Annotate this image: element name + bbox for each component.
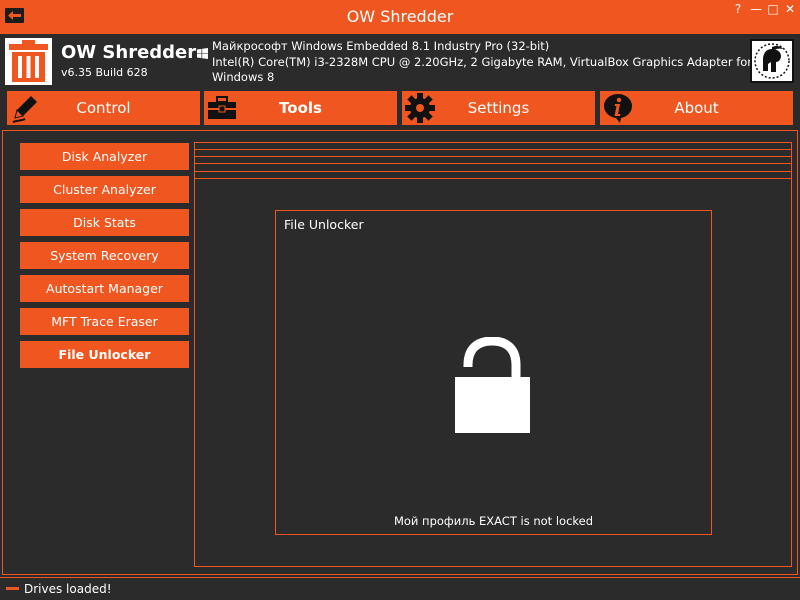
tab-settings[interactable]: Settings (402, 91, 595, 125)
tab-label: Control (76, 99, 131, 117)
sidebar-item-system-recovery[interactable]: System Recovery (20, 242, 189, 269)
divider (195, 171, 791, 172)
shredder-logo-icon (5, 38, 52, 85)
status-text: Drives loaded! (24, 582, 112, 596)
os-info: Майкрософт Windows Embedded 8.1 Industry… (212, 39, 550, 53)
hardware-info-continued: Windows 8 (212, 70, 275, 84)
app-header: OW Shredder v6.35 Build 628 Майкрософт W… (0, 34, 800, 88)
windows-logo-icon (197, 44, 208, 63)
gear-icon (404, 92, 436, 124)
tab-control[interactable]: Control (7, 91, 200, 125)
divider (195, 149, 791, 150)
sidebar-item-disk-stats[interactable]: Disk Stats (20, 209, 189, 236)
status-bar: Drives loaded! (0, 577, 800, 600)
panel-title: File Unlocker (284, 217, 364, 232)
sidebar-item-cluster-analyzer[interactable]: Cluster Analyzer (20, 176, 189, 203)
minimize-button[interactable]: — (748, 2, 764, 16)
tab-label: Tools (279, 99, 322, 117)
tool-content-area: File Unlocker Мой профиль EXACT is not l… (194, 142, 792, 567)
sidebar-item-file-unlocker[interactable]: File Unlocker (20, 341, 189, 368)
tab-tools[interactable]: Tools (204, 91, 397, 125)
help-button[interactable]: ? (730, 2, 746, 16)
lock-status-text: Мой профиль EXACT is not locked (393, 514, 594, 528)
maximize-button[interactable]: □ (765, 2, 781, 16)
pencil-icon (9, 92, 41, 124)
close-button[interactable]: ✕ (782, 2, 798, 16)
sidebar-item-mft-trace-eraser[interactable]: MFT Trace Eraser (20, 308, 189, 335)
spartan-helmet-logo-icon (750, 39, 794, 83)
info-icon (602, 92, 634, 124)
sidebar-item-autostart-manager[interactable]: Autostart Manager (20, 275, 189, 302)
app-name: OW Shredder (61, 42, 197, 63)
toolbox-icon (206, 92, 238, 124)
divider (195, 163, 791, 164)
hardware-info: Intel(R) Core(TM) i3-2328M CPU @ 2.20GHz… (212, 55, 753, 69)
status-indicator (6, 587, 19, 590)
divider (195, 178, 791, 179)
divider (195, 156, 791, 157)
title-bar: OW Shredder ? — □ ✕ (0, 0, 800, 34)
tab-about[interactable]: About (600, 91, 793, 125)
unlocked-padlock-icon (455, 336, 533, 439)
tab-label: About (674, 99, 719, 117)
file-unlocker-panel[interactable]: File Unlocker Мой профиль EXACT is not l… (275, 210, 712, 535)
sidebar-item-disk-analyzer[interactable]: Disk Analyzer (20, 143, 189, 170)
main-tabs: Control Tools Settings About (0, 91, 800, 125)
window-title: OW Shredder (346, 7, 454, 26)
app-version: v6.35 Build 628 (61, 66, 148, 79)
tab-label: Settings (467, 99, 530, 117)
